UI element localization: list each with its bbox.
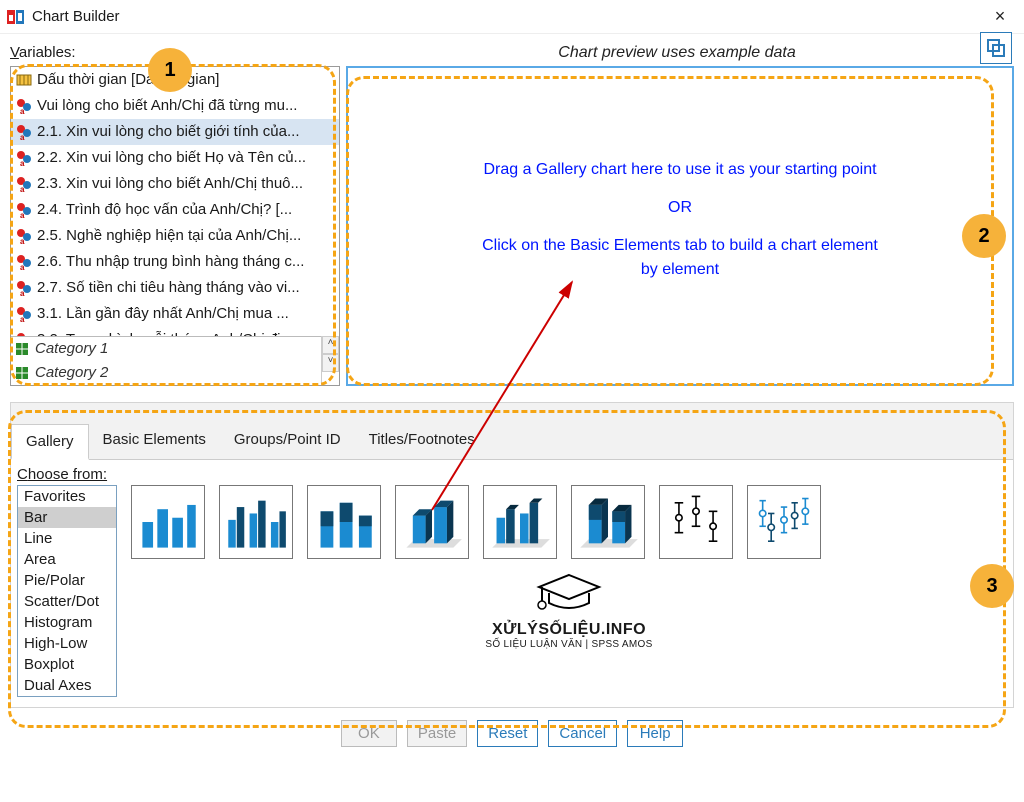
element-properties-button[interactable]	[980, 32, 1012, 64]
chart-type-high-low[interactable]: High-Low	[18, 633, 116, 654]
svg-text:a: a	[20, 315, 25, 323]
variable-label: 3.1. Lần gần đây nhất Anh/Chị mua ...	[37, 303, 289, 325]
category-item[interactable]: Category 2	[11, 361, 321, 385]
chart-type-line[interactable]: Line	[18, 528, 116, 549]
variable-item[interactable]: a 2.7. Số tiền chi tiêu hàng tháng vào vi…	[11, 275, 339, 301]
nominal-icon: a	[15, 227, 33, 245]
svg-text:a: a	[20, 289, 25, 297]
category-item[interactable]: Category 1	[11, 337, 321, 361]
watermark: XỬLÝSỐLIỆU.INFO SỐ LIỆU LUẬN VĂN | SPSS …	[131, 569, 1007, 650]
scroll-down-icon[interactable]: ˅	[322, 354, 339, 372]
tab-titles-footnotes[interactable]: Titles/Footnotes	[355, 423, 489, 459]
scale-icon	[15, 71, 33, 89]
chart-thumb-error-bar-simple[interactable]	[659, 485, 733, 559]
chart-thumb-3d-bar-simple[interactable]	[395, 485, 469, 559]
svg-text:a: a	[20, 185, 25, 193]
chart-type-scatter-dot[interactable]: Scatter/Dot	[18, 591, 116, 612]
chart-type-boxplot[interactable]: Boxplot	[18, 654, 116, 675]
preview-instructions: Drag a Gallery chart here to use it as y…	[348, 158, 1012, 282]
chart-thumb-3d-bar-stacked[interactable]	[571, 485, 645, 559]
tab-basic-elements[interactable]: Basic Elements	[89, 423, 220, 459]
reset-button[interactable]: Reset	[477, 720, 538, 747]
variable-label: 2.5. Nghề nghiệp hiện tại của Anh/Chị...	[37, 225, 301, 247]
titlebar: Chart Builder ×	[0, 0, 1024, 34]
variable-label: 2.4. Trình độ học vấn của Anh/Chị? [...	[37, 199, 292, 221]
variable-label: 2.7. Số tiền chi tiêu hàng tháng vào vi.…	[37, 277, 300, 299]
cancel-button[interactable]: Cancel	[548, 720, 617, 747]
category-label: Category 1	[35, 339, 108, 359]
chart-thumb-simple-bar[interactable]	[131, 485, 205, 559]
variable-item[interactable]: a 3.1. Lần gần đây nhất Anh/Chị mua ...	[11, 301, 339, 327]
chart-thumb-3d-bar-clustered[interactable]	[483, 485, 557, 559]
variable-label: Vui lòng cho biết Anh/Chị đã từng mu...	[37, 95, 297, 117]
chart-type-dual-axes[interactable]: Dual Axes	[18, 675, 116, 696]
tab-groups-point-id[interactable]: Groups/Point ID	[220, 423, 355, 459]
nominal-icon: a	[15, 97, 33, 115]
scroll-up-icon[interactable]: ˄	[322, 336, 339, 354]
svg-text:a: a	[20, 133, 25, 141]
chart-type-list[interactable]: FavoritesBarLineAreaPie/PolarScatter/Dot…	[17, 485, 117, 697]
window-title: Chart Builder	[32, 8, 982, 25]
chart-thumbnails	[131, 485, 1007, 559]
graduation-cap-icon	[529, 569, 609, 621]
variable-item[interactable]: Dấu thời gian [Dauthoigian]	[11, 67, 339, 93]
variable-item[interactable]: a 2.6. Thu nhập trung bình hàng tháng c..…	[11, 249, 339, 275]
categories-scrollbar[interactable]: ˄ ˅	[321, 336, 339, 385]
chart-type-bar[interactable]: Bar	[18, 507, 116, 528]
ok-button[interactable]: OK	[341, 720, 397, 747]
variable-item[interactable]: a 2.3. Xin vui lòng cho biết Anh/Chị thuô…	[11, 171, 339, 197]
variable-label: 2.6. Thu nhập trung bình hàng tháng c...	[37, 251, 304, 273]
svg-text:a: a	[20, 263, 25, 271]
svg-text:a: a	[20, 211, 25, 219]
variable-label: 2.3. Xin vui lòng cho biết Anh/Chị thuô.…	[37, 173, 303, 195]
categories-list[interactable]: Category 1 Category 2	[11, 336, 321, 385]
nominal-icon: a	[15, 149, 33, 167]
chart-type-favorites[interactable]: Favorites	[18, 486, 116, 507]
chart-type-area[interactable]: Area	[18, 549, 116, 570]
close-button[interactable]: ×	[982, 6, 1018, 27]
nominal-icon: a	[15, 201, 33, 219]
nominal-icon: a	[15, 123, 33, 141]
variables-list[interactable]: Dấu thời gian [Dauthoigian] a Vui lòng cho…	[11, 67, 339, 336]
nominal-icon: a	[15, 253, 33, 271]
category-icon	[15, 366, 29, 380]
paste-button[interactable]: Paste	[407, 720, 467, 747]
variable-item[interactable]: a 2.2. Xin vui lòng cho biết Họ và Tên củ…	[11, 145, 339, 171]
svg-text:a: a	[20, 237, 25, 245]
chart-thumb-stacked-bar[interactable]	[307, 485, 381, 559]
chart-type-pie-polar[interactable]: Pie/Polar	[18, 570, 116, 591]
variable-label: 2.2. Xin vui lòng cho biết Họ và Tên củ.…	[37, 147, 306, 169]
variable-label: 2.1. Xin vui lòng cho biết giới tính của…	[37, 121, 300, 143]
tabs: GalleryBasic ElementsGroups/Point IDTitl…	[11, 423, 1013, 460]
preview-hint: Chart preview uses example data	[340, 44, 1014, 62]
gallery-panel: Choose from: FavoritesBarLineAreaPie/Pol…	[10, 460, 1014, 708]
variable-item[interactable]: a 2.4. Trình độ học vấn của Anh/Chị? [...	[11, 197, 339, 223]
help-button[interactable]: Help	[627, 720, 683, 747]
variable-item[interactable]: a 2.1. Xin vui lòng cho biết giới tính củ…	[11, 119, 339, 145]
svg-text:a: a	[20, 107, 25, 115]
chart-thumb-error-bar-clustered[interactable]	[747, 485, 821, 559]
tab-gallery[interactable]: Gallery	[11, 424, 89, 460]
variable-label: Dấu thời gian [Dauthoigian]	[37, 69, 219, 91]
nominal-icon: a	[15, 305, 33, 323]
chart-preview-dropzone[interactable]: Drag a Gallery chart here to use it as y…	[346, 66, 1014, 386]
variable-label: 3.2. Trung bình mỗi tháng Anh/Chị đi ...	[37, 329, 297, 336]
nominal-icon: a	[15, 279, 33, 297]
app-icon	[6, 7, 26, 27]
category-label: Category 2	[35, 363, 108, 383]
svg-text:a: a	[20, 159, 25, 167]
chart-thumb-clustered-bar[interactable]	[219, 485, 293, 559]
chart-type-histogram[interactable]: Histogram	[18, 612, 116, 633]
dialog-footer: OK Paste Reset Cancel Help	[10, 708, 1014, 753]
nominal-icon: a	[15, 175, 33, 193]
variables-label: Variables:	[10, 44, 340, 62]
variable-item[interactable]: a Vui lòng cho biết Anh/Chị đã từng mu...	[11, 93, 339, 119]
category-icon	[15, 342, 29, 356]
variable-item[interactable]: a 2.5. Nghề nghiệp hiện tại của Anh/Chị..…	[11, 223, 339, 249]
variables-panel: Dấu thời gian [Dauthoigian] a Vui lòng cho…	[10, 66, 340, 386]
choose-from-label: Choose from:	[17, 466, 1007, 483]
variable-item[interactable]: a3.2. Trung bình mỗi tháng Anh/Chị đi ..…	[11, 327, 339, 336]
